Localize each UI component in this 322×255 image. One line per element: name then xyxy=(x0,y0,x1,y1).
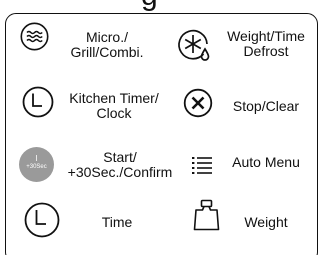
auto-menu-label: Auto Menu xyxy=(232,154,300,170)
snowflake-drop-icon xyxy=(176,28,212,64)
clock-icon xyxy=(22,86,54,118)
weight-defrost-label: Weight/Time Defrost xyxy=(227,28,305,59)
list-icon xyxy=(191,154,213,176)
kitchen-timer-label: Kitchen Timer/ Clock xyxy=(69,90,159,121)
microwave-waves-icon xyxy=(20,22,49,51)
weight-label: Weight xyxy=(244,214,288,230)
start-icon: I +30Sec xyxy=(19,147,54,182)
x-circle-icon xyxy=(183,88,213,118)
panel-heading: g xyxy=(141,0,158,11)
clock-icon xyxy=(24,202,60,238)
weight-icon xyxy=(193,199,220,231)
stop-clear-label: Stop/Clear xyxy=(232,98,300,114)
heading-clip: g xyxy=(0,0,322,14)
micro-grill-label: Micro./ Grill/Combi. xyxy=(70,29,144,60)
control-panel: g Micro./ Grill/Combi. xyxy=(0,0,322,255)
start-label: Start/ +30Sec./Confirm xyxy=(67,149,173,180)
time-label: Time xyxy=(101,214,133,230)
